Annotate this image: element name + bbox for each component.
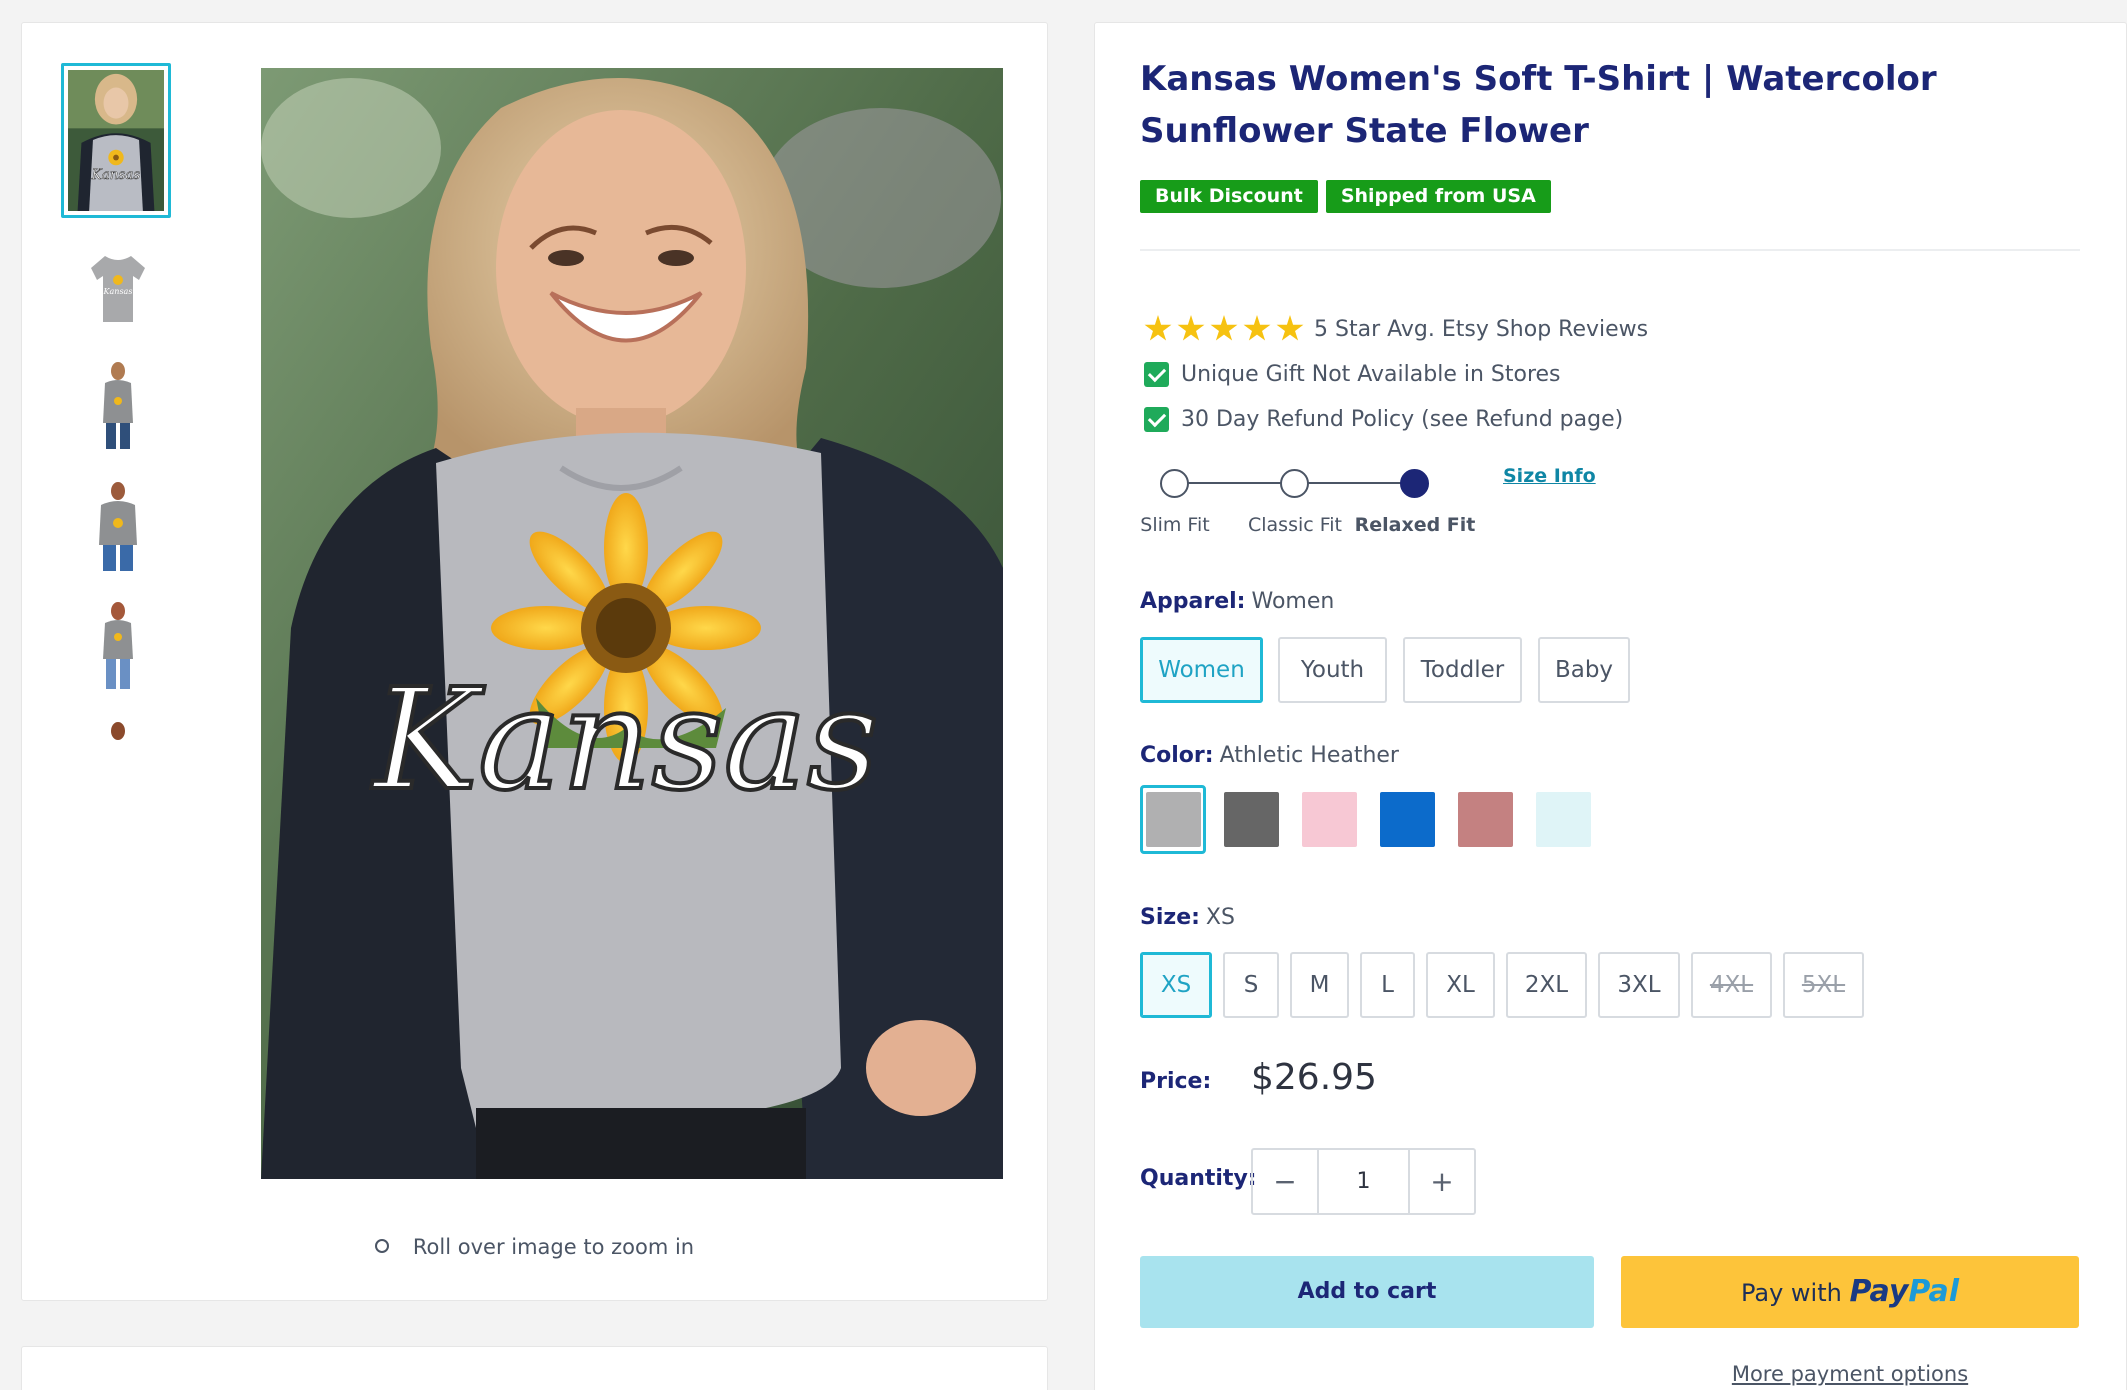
size-label-text: Size:	[1140, 905, 1200, 930]
apparel-label-text: Apparel:	[1140, 589, 1246, 614]
color-swatch-mauve[interactable]	[1458, 792, 1513, 847]
color-label: Color: Athletic Heather	[1140, 743, 1399, 768]
quantity-input[interactable]: 1	[1317, 1150, 1410, 1213]
more-payment-options-link[interactable]: More payment options	[1621, 1362, 2079, 1386]
lower-card	[21, 1346, 1048, 1390]
quantity-label: Quantity:	[1140, 1166, 1257, 1191]
color-label-text: Color:	[1140, 743, 1214, 768]
size-option-xl[interactable]: XL	[1426, 952, 1495, 1018]
color-selected-value: Athletic Heather	[1219, 743, 1399, 768]
rating-text: 5 Star Avg. Etsy Shop Reviews	[1314, 316, 1649, 342]
color-swatch-dark-grey[interactable]	[1224, 792, 1279, 847]
star-icon	[1243, 315, 1271, 341]
thumbnail-6[interactable]	[83, 717, 153, 753]
size-option-2xl[interactable]: 2XL	[1506, 952, 1587, 1018]
pay-with-text: Pay with	[1740, 1279, 1842, 1307]
fit-label-relaxed: Relaxed Fit	[1354, 514, 1476, 536]
apparel-option-toddler[interactable]: Toddler	[1403, 637, 1522, 703]
product-title: Kansas Women's Soft T-Shirt | Watercolor…	[1140, 59, 1937, 151]
star-icon	[1210, 315, 1238, 341]
refund-feature-text: 30 Day Refund Policy (see Refund page)	[1181, 406, 1624, 432]
zoom-hint: Roll over image to zoom in	[22, 1235, 1047, 1259]
checkbox-icon	[1144, 361, 1169, 387]
bulk-discount-badge: Bulk Discount	[1140, 180, 1318, 213]
fit-option-slim[interactable]	[1160, 469, 1189, 498]
thumbnail-strip[interactable]: Kansas Kansas	[61, 63, 173, 753]
rating-stars	[1144, 315, 1304, 343]
size-option-m[interactable]: M	[1290, 952, 1349, 1018]
price-label: Price:	[1140, 1069, 1212, 1094]
svg-text:Kansas: Kansas	[91, 167, 141, 183]
star-icon	[1144, 315, 1172, 341]
apparel-option-baby[interactable]: Baby	[1538, 637, 1630, 703]
magnifier-icon	[374, 1239, 389, 1253]
size-option-3xl[interactable]: 3XL	[1598, 952, 1680, 1018]
paypal-logo-pal: Pal	[1908, 1274, 1960, 1309]
color-swatch-athletic-heather[interactable]	[1146, 792, 1201, 847]
gift-feature-text: Unique Gift Not Available in Stores	[1181, 361, 1561, 387]
paypal-button[interactable]: Pay with PayPal	[1621, 1256, 2079, 1328]
thumbnail-5[interactable]	[83, 597, 153, 693]
size-option-4xl-unavailable[interactable]: 4XL	[1691, 952, 1772, 1018]
price-value: $26.95	[1251, 1057, 1377, 1098]
gift-feature-row: Unique Gift Not Available in Stores	[1140, 357, 1561, 391]
color-swatch-blue[interactable]	[1380, 792, 1435, 847]
apparel-selected-value: Women	[1251, 589, 1335, 614]
product-info-card: Kansas Women's Soft T-Shirt | Watercolor…	[1094, 22, 2127, 1390]
refund-feature-row: 30 Day Refund Policy (see Refund page)	[1140, 402, 1623, 436]
apparel-label: Apparel: Women	[1140, 589, 1334, 614]
divider	[1140, 249, 2080, 251]
add-to-cart-button[interactable]: Add to cart	[1140, 1256, 1594, 1328]
color-swatch-light-blue[interactable]	[1536, 792, 1591, 847]
color-swatch-pink[interactable]	[1302, 792, 1357, 847]
quantity-increase-button[interactable]: +	[1410, 1150, 1474, 1213]
star-icon	[1177, 315, 1205, 341]
thumbnail-4[interactable]	[83, 477, 153, 573]
fit-label-classic: Classic Fit	[1247, 514, 1343, 536]
product-gallery: Kansas Kansas Kansas Roll over image to …	[21, 22, 1048, 1301]
main-product-image[interactable]: Kansas	[261, 68, 1003, 1179]
thumbnail-1-active[interactable]: Kansas	[61, 63, 171, 218]
size-option-xs[interactable]: XS	[1140, 952, 1212, 1018]
apparel-option-women[interactable]: Women	[1140, 637, 1263, 703]
checkbox-icon	[1144, 406, 1169, 432]
quantity-stepper: − 1 +	[1251, 1148, 1476, 1215]
apparel-option-youth[interactable]: Youth	[1278, 637, 1387, 703]
thumbnail-3[interactable]	[83, 357, 153, 453]
star-icon	[1276, 315, 1304, 341]
size-label: Size: XS	[1140, 905, 1235, 930]
svg-text:Kansas: Kansas	[103, 287, 133, 296]
badge-row: Bulk Discount Shipped from USA	[1140, 180, 1551, 213]
size-selected-value: XS	[1205, 905, 1235, 930]
shipped-from-usa-badge: Shipped from USA	[1325, 180, 1551, 213]
thumbnail-2[interactable]: Kansas	[83, 236, 153, 332]
shirt-print-text: Kansas	[370, 659, 878, 822]
size-info-link[interactable]: Size Info	[1503, 465, 1596, 487]
zoom-hint-text: Roll over image to zoom in	[412, 1235, 695, 1259]
size-option-5xl-unavailable[interactable]: 5XL	[1783, 952, 1864, 1018]
fit-label-slim: Slim Fit	[1140, 514, 1210, 536]
size-option-s[interactable]: S	[1223, 952, 1279, 1018]
size-option-l[interactable]: L	[1360, 952, 1415, 1018]
fit-option-relaxed[interactable]	[1400, 469, 1429, 498]
quantity-decrease-button[interactable]: −	[1253, 1150, 1317, 1213]
paypal-logo-pay: Pay	[1849, 1274, 1909, 1309]
fit-option-classic[interactable]	[1280, 469, 1309, 498]
rating-row: 5 Star Avg. Etsy Shop Reviews	[1140, 312, 1648, 346]
